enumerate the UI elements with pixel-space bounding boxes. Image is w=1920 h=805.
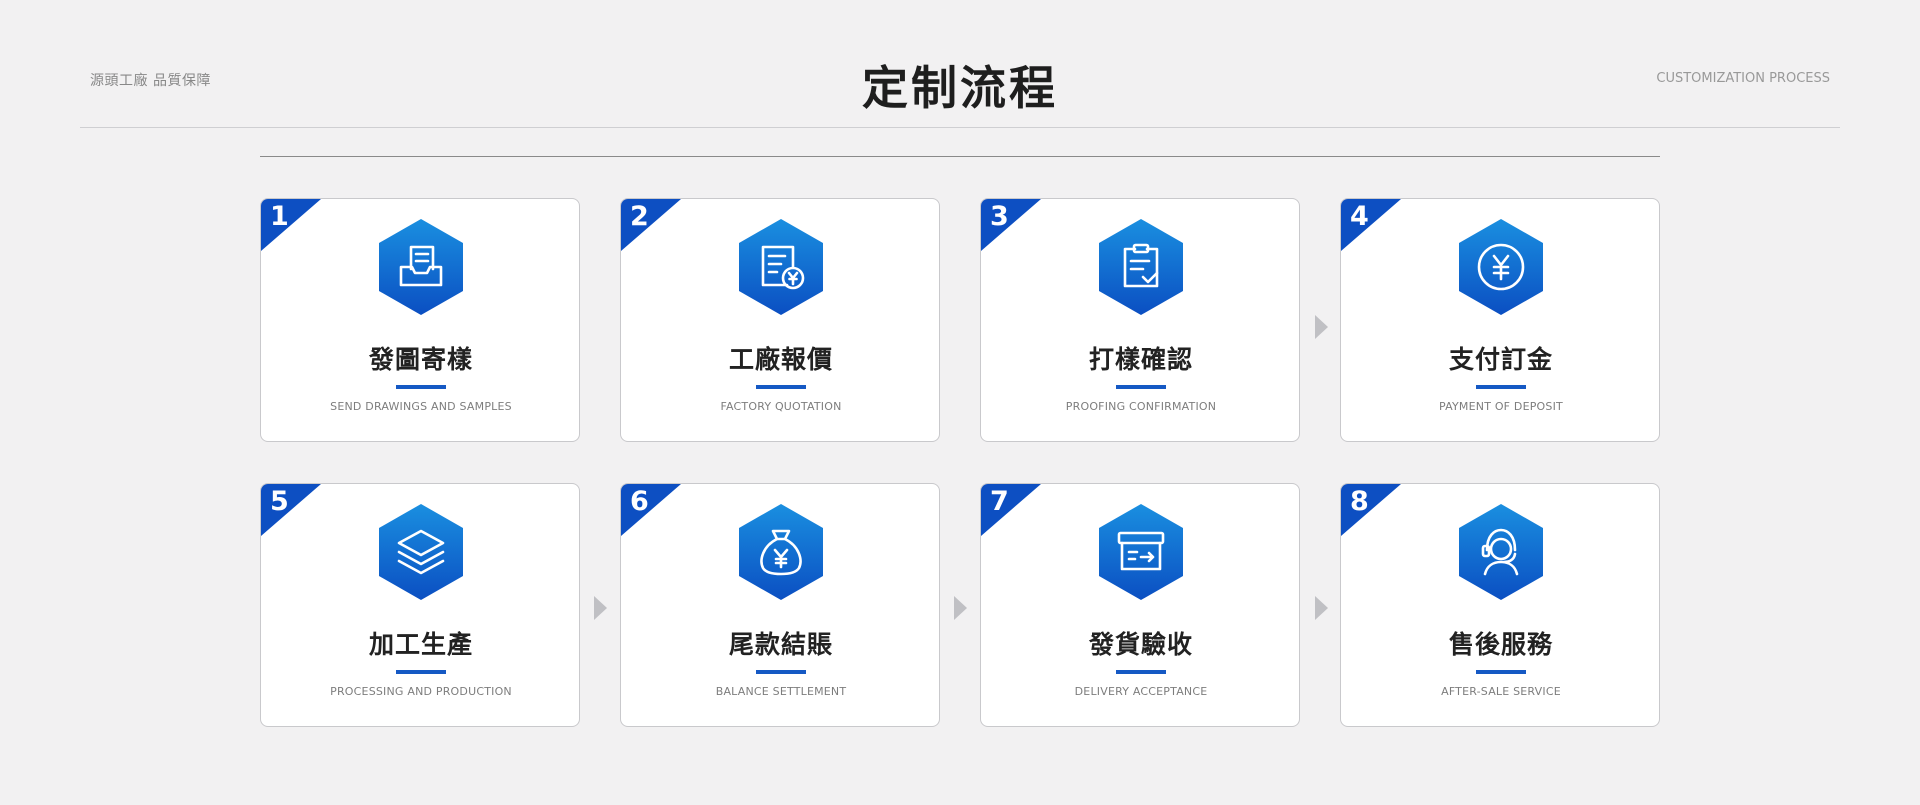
step-number-badge: 7: [981, 484, 1041, 536]
page-title: 定制流程: [862, 61, 1058, 115]
customization-process-page: 源頭工廠 品質保障 定制流程 CUSTOMIZATION PROCESS 1 發…: [0, 0, 1920, 805]
step-number: 6: [630, 486, 649, 517]
step-number-badge: 2: [621, 199, 681, 251]
title-underline: [756, 670, 806, 674]
scrolled-content-remnant: [260, 129, 1660, 141]
step-arrow-right: [1315, 596, 1328, 620]
step-number: 3: [990, 201, 1009, 232]
inbox-document-icon: [379, 219, 463, 315]
step-card-2[interactable]: 2 工廠報價 FACTORY QUOTATION: [620, 198, 940, 442]
step-number: 8: [1350, 486, 1369, 517]
money-bag-yen-icon: [739, 504, 823, 600]
quotation-document-yen-icon: [739, 219, 823, 315]
delivery-box-icon: [1099, 504, 1183, 600]
step-number: 1: [270, 201, 289, 232]
title-underline: [1476, 670, 1526, 674]
step-arrow-right: [1315, 315, 1328, 339]
step-number: 7: [990, 486, 1009, 517]
step-arrow-right: [954, 596, 967, 620]
title-underline: [1116, 385, 1166, 389]
step-subtitle: PROOFING CONFIRMATION: [1065, 400, 1217, 413]
step-title: 發貨驗收: [1088, 630, 1193, 659]
step-subtitle: PAYMENT OF DEPOSIT: [1439, 400, 1563, 413]
customer-service-headset-icon: [1459, 504, 1543, 600]
step-number: 2: [630, 201, 649, 232]
step-subtitle: DELIVERY ACCEPTANCE: [1074, 685, 1208, 698]
step-arrow-right: [594, 596, 607, 620]
step-card-8[interactable]: 8 售後服務 AFTER-SALE SERVICE: [1340, 483, 1660, 727]
step-number-badge: 3: [981, 199, 1041, 251]
step-title: 支付訂金: [1448, 345, 1553, 374]
step-card-1[interactable]: 1 發圖寄樣 SEND DRAWINGS AND SAMPLES: [260, 198, 580, 442]
step-card-6[interactable]: 6 尾款結賬 BALANCE SETTLEMENT: [620, 483, 940, 727]
title-underline: [1476, 385, 1526, 389]
step-number: 4: [1350, 201, 1369, 232]
step-number-badge: 5: [261, 484, 321, 536]
header-divider: [80, 127, 1840, 128]
title-underline: [1116, 670, 1166, 674]
yen-coin-icon: [1459, 219, 1543, 315]
step-subtitle: SEND DRAWINGS AND SAMPLES: [330, 400, 512, 413]
step-title: 尾款結賬: [728, 630, 833, 659]
step-number-badge: 6: [621, 484, 681, 536]
step-title: 售後服務: [1448, 630, 1553, 659]
step-subtitle: FACTORY QUOTATION: [720, 400, 842, 413]
layers-icon: [379, 504, 463, 600]
step-subtitle: BALANCE SETTLEMENT: [715, 685, 847, 698]
step-number-badge: 1: [261, 199, 321, 251]
step-number-badge: 4: [1341, 199, 1401, 251]
header-subtitle-english: CUSTOMIZATION PROCESS: [1656, 71, 1830, 86]
step-title: 發圖寄樣: [368, 345, 473, 374]
step-subtitle: AFTER-SALE SERVICE: [1441, 685, 1561, 698]
step-card-3[interactable]: 3 打樣確認 PROOFING CONFIRMATION: [980, 198, 1300, 442]
step-card-5[interactable]: 5 加工生產 PROCESSING AND PRODUCTION: [260, 483, 580, 727]
clipboard-check-icon: [1099, 219, 1183, 315]
title-underline: [756, 385, 806, 389]
section-divider: [260, 156, 1660, 157]
step-title: 加工生產: [368, 630, 473, 659]
title-underline: [396, 670, 446, 674]
step-subtitle: PROCESSING AND PRODUCTION: [330, 685, 512, 698]
step-title: 打樣確認: [1088, 345, 1193, 374]
title-underline: [396, 385, 446, 389]
step-number: 5: [270, 486, 289, 517]
step-card-4[interactable]: 4 支付訂金 PAYMENT OF DEPOSIT: [1340, 198, 1660, 442]
step-number-badge: 8: [1341, 484, 1401, 536]
step-card-7[interactable]: 7 發貨驗收 DELIVERY ACCEPTANCE: [980, 483, 1300, 727]
step-title: 工廠報價: [728, 345, 833, 374]
